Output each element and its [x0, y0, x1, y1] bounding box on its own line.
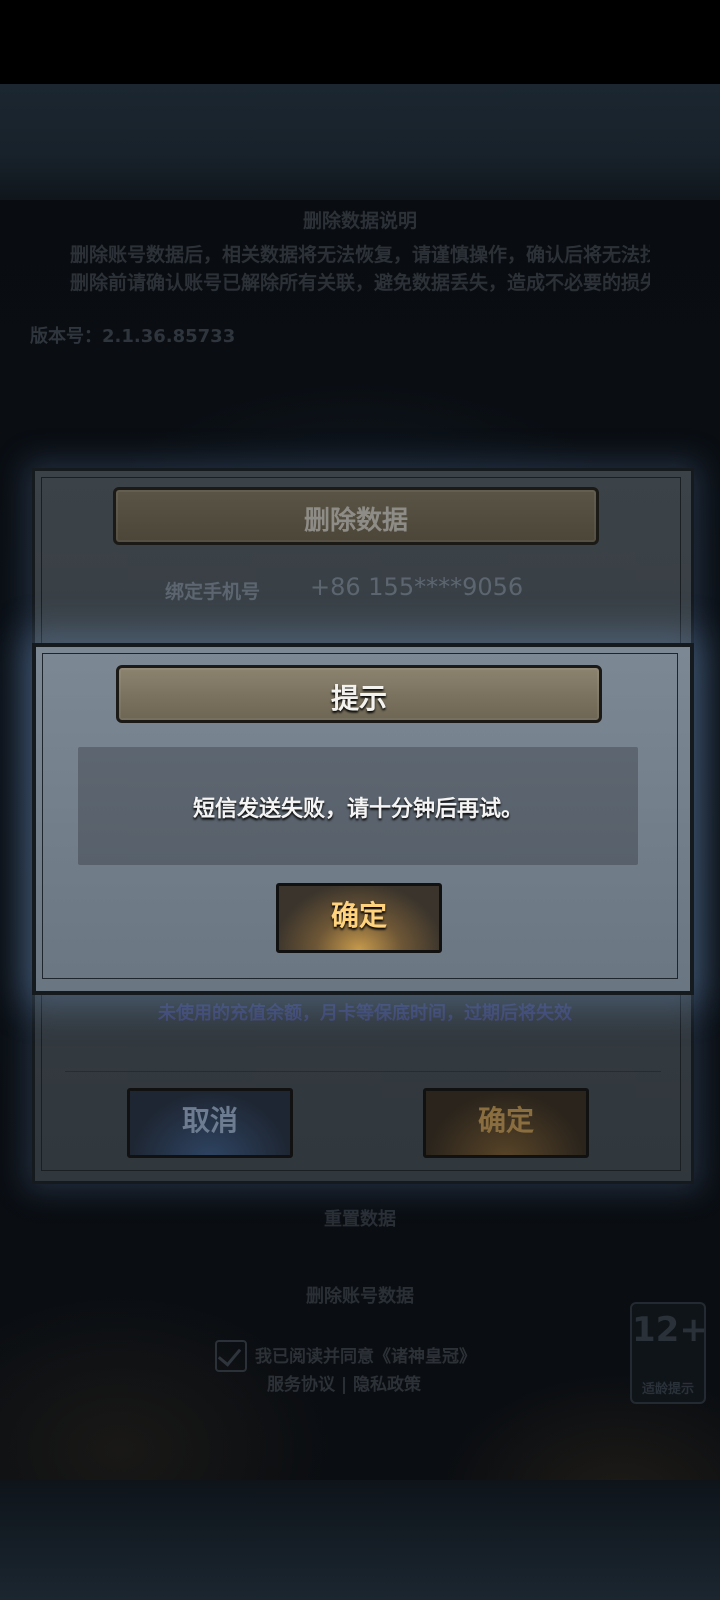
- ok-button[interactable]: 确定: [276, 883, 442, 953]
- reset-data-link[interactable]: 重置数据: [0, 1205, 720, 1231]
- cancel-button[interactable]: 取消: [127, 1088, 293, 1158]
- age-rating-number: 12+: [632, 1310, 708, 1350]
- bound-phone-value: +86 155****9056: [310, 573, 524, 601]
- bound-phone-label: 绑定手机号: [165, 581, 261, 603]
- agreement-links[interactable]: 服务协议 | 隐私政策: [267, 1370, 421, 1395]
- bottom-banner: [0, 1480, 720, 1600]
- top-banner: [0, 84, 720, 200]
- dialog-title-plaque: 提示: [116, 665, 602, 723]
- divider: [65, 1071, 661, 1072]
- notice-line: 删除账号数据后，相关数据将无法恢复，请谨慎操作，确认后将无法找回。: [70, 244, 650, 266]
- confirm-button[interactable]: 确定: [423, 1088, 589, 1158]
- notice-line: 删除前请确认账号已解除所有关联，避免数据丢失，造成不必要的损失。: [70, 272, 650, 294]
- delete-account-data-link[interactable]: 删除账号数据: [0, 1282, 720, 1308]
- delete-hint-text: 未使用的充值余额，月卡等保底时间，过期后将失效: [158, 1003, 572, 1024]
- age-rating-label: 适龄提示: [641, 1382, 694, 1397]
- version-label: 版本号：2.1.36.85733: [30, 326, 236, 347]
- dialog-title: 删除数据: [303, 506, 408, 536]
- agreement-checkbox[interactable]: [215, 1340, 247, 1372]
- message-panel: 短信发送失败，请十分钟后再试。: [78, 747, 638, 865]
- agreement-text: 我已阅读并同意《诸神皇冠》: [255, 1347, 476, 1367]
- agreement-row: 我已阅读并同意《诸神皇冠》 服务协议 | 隐私政策: [215, 1340, 515, 1400]
- dialog-title-plaque: 删除数据: [113, 487, 599, 545]
- age-rating-badge: 12+ 适龄提示: [630, 1302, 708, 1404]
- message-text: 短信发送失败，请十分钟后再试。: [192, 797, 523, 822]
- dialog-title: 提示: [330, 682, 387, 715]
- prompt-dialog: 提示 短信发送失败，请十分钟后再试。 确定: [32, 643, 694, 995]
- notice-title: 删除数据说明: [302, 210, 417, 232]
